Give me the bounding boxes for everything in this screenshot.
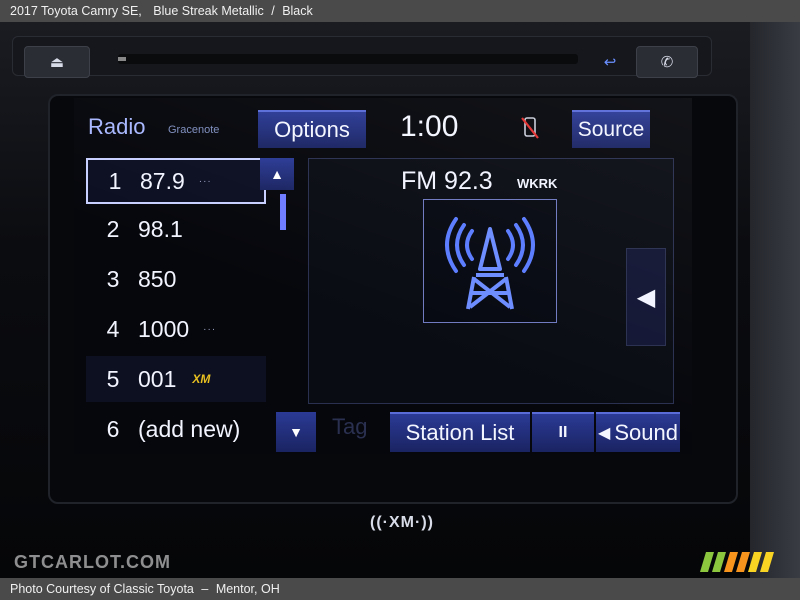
- preset-1[interactable]: 1 87.9 ···: [86, 158, 266, 204]
- source-button[interactable]: Source: [572, 110, 650, 148]
- station-call-sign: WKRK: [517, 176, 558, 191]
- chevron-left-icon: ◀: [636, 283, 656, 311]
- preset-5[interactable]: 5 001 XM: [86, 356, 266, 402]
- side-panel-toggle[interactable]: ◀: [626, 248, 666, 346]
- phone-button[interactable]: ✆: [636, 46, 698, 78]
- back-button[interactable]: ↩: [588, 46, 632, 78]
- caption-credit: Photo Courtesy of Classic Toyota: [10, 582, 194, 596]
- screen-header: Radio Gracenote Options 1:00 Source: [74, 98, 692, 156]
- scrollbar-thumb[interactable]: [280, 194, 286, 230]
- scroll-down-button[interactable]: ▼: [276, 412, 316, 452]
- dealer-stripe-logo: [700, 552, 774, 572]
- caption-model: 2017 Toyota Camry SE,: [10, 4, 142, 18]
- siriusxm-logo: ((·XM·)): [370, 514, 434, 531]
- preset-number: 5: [106, 365, 120, 392]
- eject-button[interactable]: ⏏: [24, 46, 90, 78]
- gtcarlot-watermark: GTCARLOT.COM: [14, 552, 171, 572]
- caption-location: Mentor, OH: [215, 582, 280, 596]
- radio-tower-icon: [445, 217, 535, 310]
- pause-icon: II: [558, 424, 568, 441]
- chevron-down-icon: ▼: [289, 424, 303, 440]
- page-title: Radio: [88, 114, 146, 139]
- now-playing-panel: FM 92.3 WKRK: [308, 158, 674, 404]
- preset-number: 1: [108, 167, 122, 194]
- station-frequency: FM 92.3: [401, 167, 493, 195]
- side-panel: [750, 22, 800, 578]
- bottom-bar: ▼ Tag Station List II ◀ Sound: [74, 408, 692, 454]
- pause-button[interactable]: II: [532, 412, 594, 452]
- caption-separator: /: [271, 4, 275, 18]
- preset-value: 850: [138, 265, 177, 292]
- scroll-up-button[interactable]: ▲: [260, 158, 294, 190]
- tag-button[interactable]: Tag: [332, 414, 367, 440]
- preset-value: 001: [138, 365, 177, 392]
- options-button[interactable]: Options: [258, 110, 366, 148]
- caption-color: Blue Streak Metallic: [153, 4, 264, 18]
- phone-icon: ✆: [660, 54, 674, 71]
- preset-3[interactable]: 3 850: [86, 256, 266, 302]
- caption-interior: Black: [282, 4, 313, 18]
- slot-indicator: [118, 57, 126, 61]
- sound-label: Sound: [614, 420, 678, 445]
- sound-button[interactable]: ◀ Sound: [596, 412, 680, 452]
- preset-value: 1000: [138, 315, 190, 342]
- clock: 1:00: [400, 110, 459, 143]
- chevron-up-icon: ▲: [270, 166, 284, 182]
- station-art: [423, 199, 557, 323]
- photo-caption-bottom: Photo Courtesy of Classic Toyota – Mento…: [0, 578, 800, 600]
- station-list-button[interactable]: Station List: [390, 412, 530, 452]
- speaker-icon: ◀: [598, 425, 611, 442]
- preset-value: 98.1: [138, 215, 183, 242]
- preset-number: 4: [106, 315, 120, 342]
- preset-4[interactable]: 4 1000 ···: [86, 306, 266, 352]
- gracenote-logo: Gracenote: [168, 124, 220, 136]
- back-arrow-icon: ↩: [603, 54, 617, 71]
- preset-number: 2: [106, 215, 120, 242]
- eject-icon: ⏏: [49, 54, 65, 71]
- photo-caption-top: 2017 Toyota Camry SE, Blue Streak Metall…: [0, 0, 800, 22]
- preset-value: 87.9: [140, 167, 185, 194]
- preset-number: 3: [106, 265, 120, 292]
- preset-2[interactable]: 2 98.1: [86, 206, 266, 252]
- cd-slot: [118, 54, 578, 64]
- preset-extra: ···: [198, 175, 212, 187]
- xm-badge: XM: [192, 372, 211, 386]
- preset-extra: ···: [203, 323, 217, 335]
- caption-separator: –: [201, 582, 209, 596]
- phone-disconnected-icon: [521, 117, 539, 139]
- radio-screen: Radio Gracenote Options 1:00 Source 1 87…: [74, 98, 692, 454]
